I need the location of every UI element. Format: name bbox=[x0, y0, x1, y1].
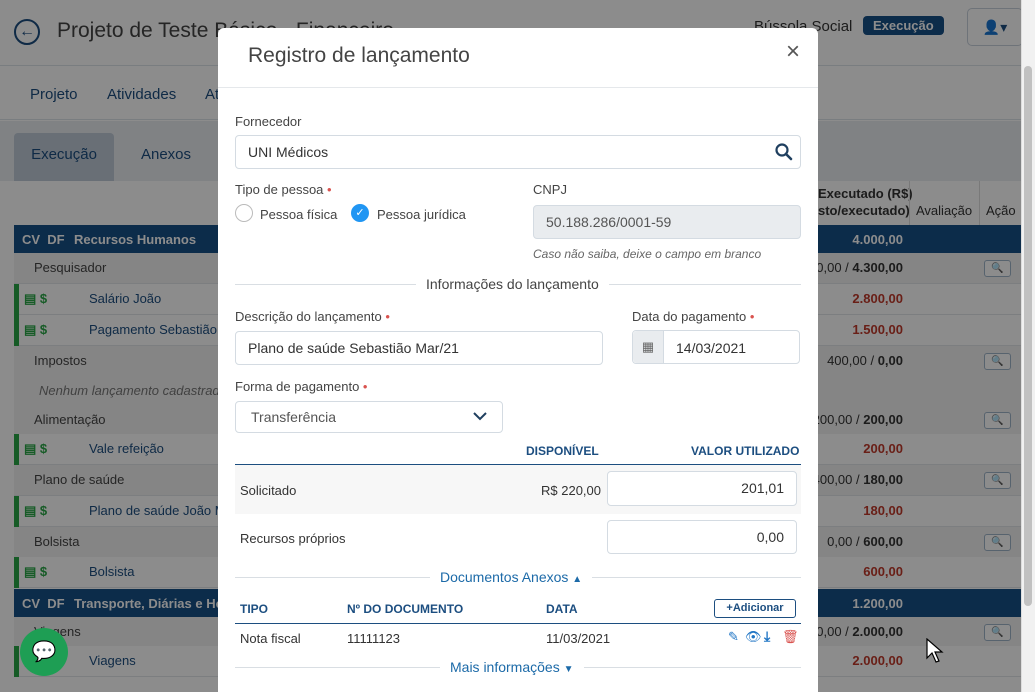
solicitado-valor: 201,01 bbox=[741, 480, 784, 496]
close-icon[interactable]: × bbox=[786, 38, 800, 66]
cnpj-input[interactable]: 50.188.286/0001-59 bbox=[533, 205, 801, 239]
info-section-title: Informações do lançamento bbox=[416, 276, 609, 292]
proprios-valor-input[interactable]: 0,00 bbox=[607, 520, 797, 554]
data-pagamento-value: 14/03/2021 bbox=[676, 340, 747, 356]
doc-col-data: DATA bbox=[546, 602, 578, 616]
solicitado-label: Solicitado bbox=[240, 483, 297, 498]
chat-button[interactable]: 💬 bbox=[20, 628, 68, 676]
doc-tipo: Nota fiscal bbox=[240, 631, 301, 646]
fornecedor-label: Fornecedor bbox=[235, 114, 302, 129]
forma-pagamento-label: Forma de pagamento bbox=[235, 379, 367, 394]
caret-up-icon: ▲ bbox=[572, 574, 583, 585]
modal-title: Registro de lançamento bbox=[248, 44, 470, 67]
col-valor-utilizado: VALOR UTILIZADO bbox=[691, 444, 800, 458]
pessoa-juridica-label[interactable]: Pessoa jurídica bbox=[377, 207, 466, 222]
mouse-cursor-icon bbox=[926, 638, 944, 663]
solicitado-valor-input[interactable]: 201,01 bbox=[607, 471, 797, 506]
fornecedor-input[interactable]: UNI Médicos bbox=[235, 135, 801, 169]
pencil-icon[interactable]: ✎ bbox=[728, 629, 739, 645]
add-document-label: Adicionar bbox=[732, 602, 784, 614]
search-icon[interactable] bbox=[775, 143, 793, 161]
chat-icon: 💬 bbox=[31, 641, 57, 663]
trash-icon[interactable]: 🗑 bbox=[782, 629, 799, 645]
doc-col-tipo: TIPO bbox=[240, 602, 269, 616]
modal-header-divider bbox=[218, 87, 818, 88]
proprios-label: Recursos próprios bbox=[240, 531, 346, 546]
solicitado-disponivel: R$ 220,00 bbox=[541, 483, 601, 498]
doc-col-numero: Nº DO DOCUMENTO bbox=[347, 602, 464, 616]
add-document-button[interactable]: +Adicionar bbox=[714, 599, 796, 618]
descricao-input[interactable]: Plano de saúde Sebastião Mar/21 bbox=[235, 331, 603, 365]
doc-header-line bbox=[235, 623, 801, 624]
proprios-valor: 0,00 bbox=[756, 529, 784, 545]
calendar-icon[interactable]: ▦ bbox=[633, 331, 664, 363]
col-disponivel: DISPONÍVEL bbox=[526, 444, 599, 458]
forma-pagamento-value: Transferência bbox=[251, 409, 337, 425]
tipo-pessoa-label: Tipo de pessoa bbox=[235, 182, 332, 197]
more-info-title: Mais informações bbox=[450, 659, 560, 675]
radio-pessoa-juridica[interactable]: ✓ bbox=[351, 204, 369, 222]
cnpj-label: CNPJ bbox=[533, 182, 567, 197]
eye-icon[interactable]: 👁 bbox=[745, 629, 762, 645]
pessoa-fisica-label[interactable]: Pessoa física bbox=[260, 207, 337, 222]
cnpj-value: 50.188.286/0001-59 bbox=[546, 214, 672, 230]
caret-down-icon: ▼ bbox=[563, 664, 574, 675]
doc-data: 11/03/2021 bbox=[546, 631, 611, 646]
descricao-label: Descrição do lançamento bbox=[235, 309, 390, 324]
fornecedor-value: UNI Médicos bbox=[248, 144, 329, 160]
download-icon[interactable]: ⤓ bbox=[764, 628, 770, 645]
docs-section-toggle[interactable]: Documentos Anexos ▲ bbox=[430, 569, 593, 585]
radio-pessoa-fisica[interactable] bbox=[235, 204, 253, 222]
data-pagamento-label: Data do pagamento bbox=[632, 309, 754, 324]
doc-numero: 11111123 bbox=[347, 631, 401, 646]
descricao-value: Plano de saúde Sebastião Mar/21 bbox=[248, 340, 459, 356]
docs-section-title: Documentos Anexos bbox=[440, 569, 569, 585]
cnpj-hint: Caso não saiba, deixe o campo em branco bbox=[533, 247, 762, 261]
chevron-down-icon[interactable] bbox=[473, 411, 487, 421]
scrollbar-thumb[interactable] bbox=[1024, 66, 1032, 606]
more-info-toggle[interactable]: Mais informações ▼ bbox=[440, 659, 584, 675]
forma-pagamento-select[interactable]: Transferência bbox=[235, 401, 503, 433]
